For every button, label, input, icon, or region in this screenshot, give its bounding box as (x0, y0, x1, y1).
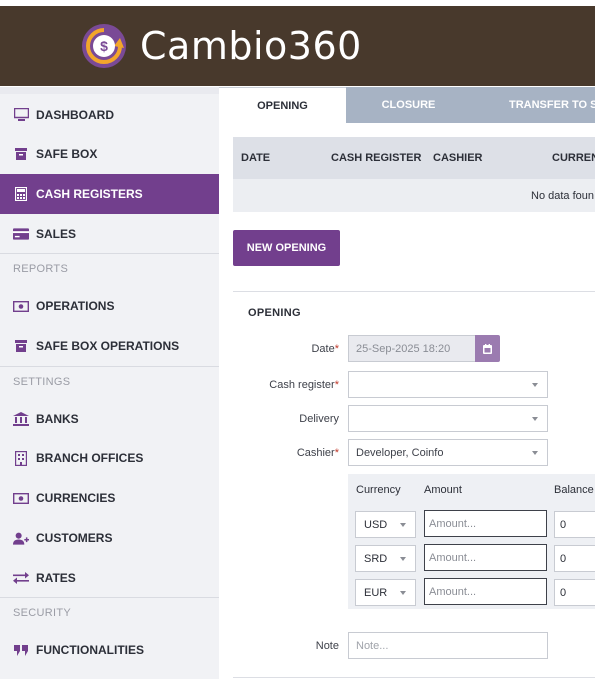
currency-select[interactable]: EUR (355, 579, 416, 606)
sidebar-item-label: CURRENCIES (36, 491, 116, 505)
currency-select[interactable]: USD (355, 511, 416, 538)
tab-closure[interactable]: CLOSURE (346, 87, 471, 123)
divider (233, 677, 595, 678)
sidebar-item-label: CUSTOMERS (36, 531, 113, 545)
chevron-down-icon (400, 557, 406, 561)
tab-opening[interactable]: OPENING (219, 87, 346, 123)
sidebar-item-label: SALES (36, 227, 77, 241)
sidebar-item-label: DASHBOARD (36, 108, 114, 122)
monitor-icon (13, 107, 29, 123)
sidebar-item-banks[interactable]: BANKS (0, 399, 219, 439)
empty-message: No data foun (531, 190, 594, 202)
chevron-down-icon (532, 451, 538, 455)
sidebar-item-rates[interactable]: RATES (0, 558, 219, 598)
add-user-icon (13, 530, 29, 546)
column-header-cash-register[interactable]: CASH REGISTER (331, 152, 421, 164)
grid-header: DATE CASH REGISTER CASHIER CURREN (233, 137, 595, 179)
section-reports: REPORTS (0, 253, 219, 283)
column-header-cashier[interactable]: CASHIER (433, 152, 483, 164)
sidebar-item-currencies[interactable]: CURRENCIES (0, 478, 219, 518)
delivery-select[interactable] (348, 405, 548, 432)
amount-header: Amount (424, 484, 462, 496)
tab-transfer[interactable]: TRANSFER TO S (471, 87, 595, 123)
sidebar-item-operations[interactable]: OPERATIONS (0, 286, 219, 326)
sidebar-item-label: RATES (36, 571, 76, 585)
exchange-icon (13, 570, 29, 586)
safe-box-icon (13, 338, 29, 354)
sidebar-item-sales[interactable]: SALES (0, 214, 219, 254)
app-name: Cambio360 (140, 24, 362, 68)
sidebar-item-safe-box-operations[interactable]: SAFE BOX OPERATIONS (0, 326, 219, 366)
dollar-refresh-icon: $ (82, 24, 126, 68)
balance-field: 0 (554, 579, 595, 606)
safe-box-icon (13, 146, 29, 162)
money-icon (13, 298, 29, 314)
cashier-select[interactable]: Developer, Coinfo (348, 439, 548, 466)
balance-field: 0 (554, 545, 595, 572)
section-settings: SETTINGS (0, 366, 219, 396)
bank-icon (13, 411, 29, 427)
top-bar: $ Cambio360 (0, 0, 595, 87)
chevron-down-icon (400, 591, 406, 595)
sidebar-item-dashboard[interactable]: DASHBOARD (0, 95, 219, 135)
date-label: Date* (311, 343, 339, 355)
chevron-down-icon (532, 383, 538, 387)
amount-input[interactable]: Amount... (424, 578, 547, 605)
sidebar-item-label: SAFE BOX OPERATIONS (36, 339, 180, 353)
header-banner: $ Cambio360 (0, 6, 595, 86)
sidebar: DASHBOARD SAFE BOX CASH REGISTERS SALES … (0, 94, 219, 679)
sidebar-item-label: OPERATIONS (36, 299, 115, 313)
new-opening-button[interactable]: NEW OPENING (233, 230, 340, 266)
chevron-down-icon (532, 417, 538, 421)
amount-input[interactable]: Amount... (424, 510, 547, 537)
column-header-currency[interactable]: CURREN (552, 152, 595, 164)
sidebar-item-label: BRANCH OFFICES (36, 451, 144, 465)
delivery-label: Delivery (299, 413, 339, 425)
cash-register-label: Cash register* (269, 379, 339, 391)
column-header-date[interactable]: DATE (241, 152, 270, 164)
sidebar-item-functionalities[interactable]: FUNCTIONALITIES (0, 630, 219, 670)
sidebar-item-branch-offices[interactable]: BRANCH OFFICES (0, 438, 219, 478)
sidebar-item-label: CASH REGISTERS (36, 187, 143, 201)
balance-field: 0 (554, 511, 595, 538)
section-security: SECURITY (0, 597, 219, 627)
sidebar-item-label: FUNCTIONALITIES (36, 643, 144, 657)
sidebar-item-label: SAFE BOX (36, 147, 98, 161)
sidebar-item-label: BANKS (36, 412, 79, 426)
money-icon (13, 490, 29, 506)
app-logo[interactable]: $ Cambio360 (80, 22, 362, 70)
date-field[interactable]: 25-Sep-2025 18:20 (348, 335, 476, 362)
sidebar-item-cash-registers[interactable]: CASH REGISTERS (0, 174, 219, 214)
currency-table: Currency Amount Balance USD Amount... 0 … (348, 474, 595, 609)
cash-register-select[interactable] (348, 371, 548, 398)
main-content: OPENING CLOSURE TRANSFER TO S DATE CASH … (219, 87, 595, 679)
note-label: Note (315, 640, 339, 652)
sidebar-item-safe-box[interactable]: SAFE BOX (0, 134, 219, 174)
grid-empty-row: No data foun (233, 179, 595, 212)
quote-icon (13, 642, 29, 658)
calendar-icon (483, 343, 492, 354)
chevron-down-icon (400, 523, 406, 527)
card-icon (13, 226, 29, 242)
building-icon (13, 450, 29, 466)
amount-input[interactable]: Amount... (424, 544, 547, 571)
tab-bar: OPENING CLOSURE TRANSFER TO S (219, 87, 595, 123)
calculator-icon (13, 186, 29, 202)
currency-header: Currency (356, 484, 401, 496)
sidebar-item-customers[interactable]: CUSTOMERS (0, 518, 219, 558)
note-input[interactable]: Note... (348, 632, 548, 659)
divider (233, 291, 595, 292)
form-title: OPENING (248, 307, 301, 319)
cashier-label: Cashier* (296, 447, 339, 459)
balance-header: Balance (554, 484, 594, 496)
svg-text:$: $ (100, 38, 108, 54)
currency-select[interactable]: SRD (355, 545, 416, 572)
calendar-button[interactable] (475, 335, 500, 362)
